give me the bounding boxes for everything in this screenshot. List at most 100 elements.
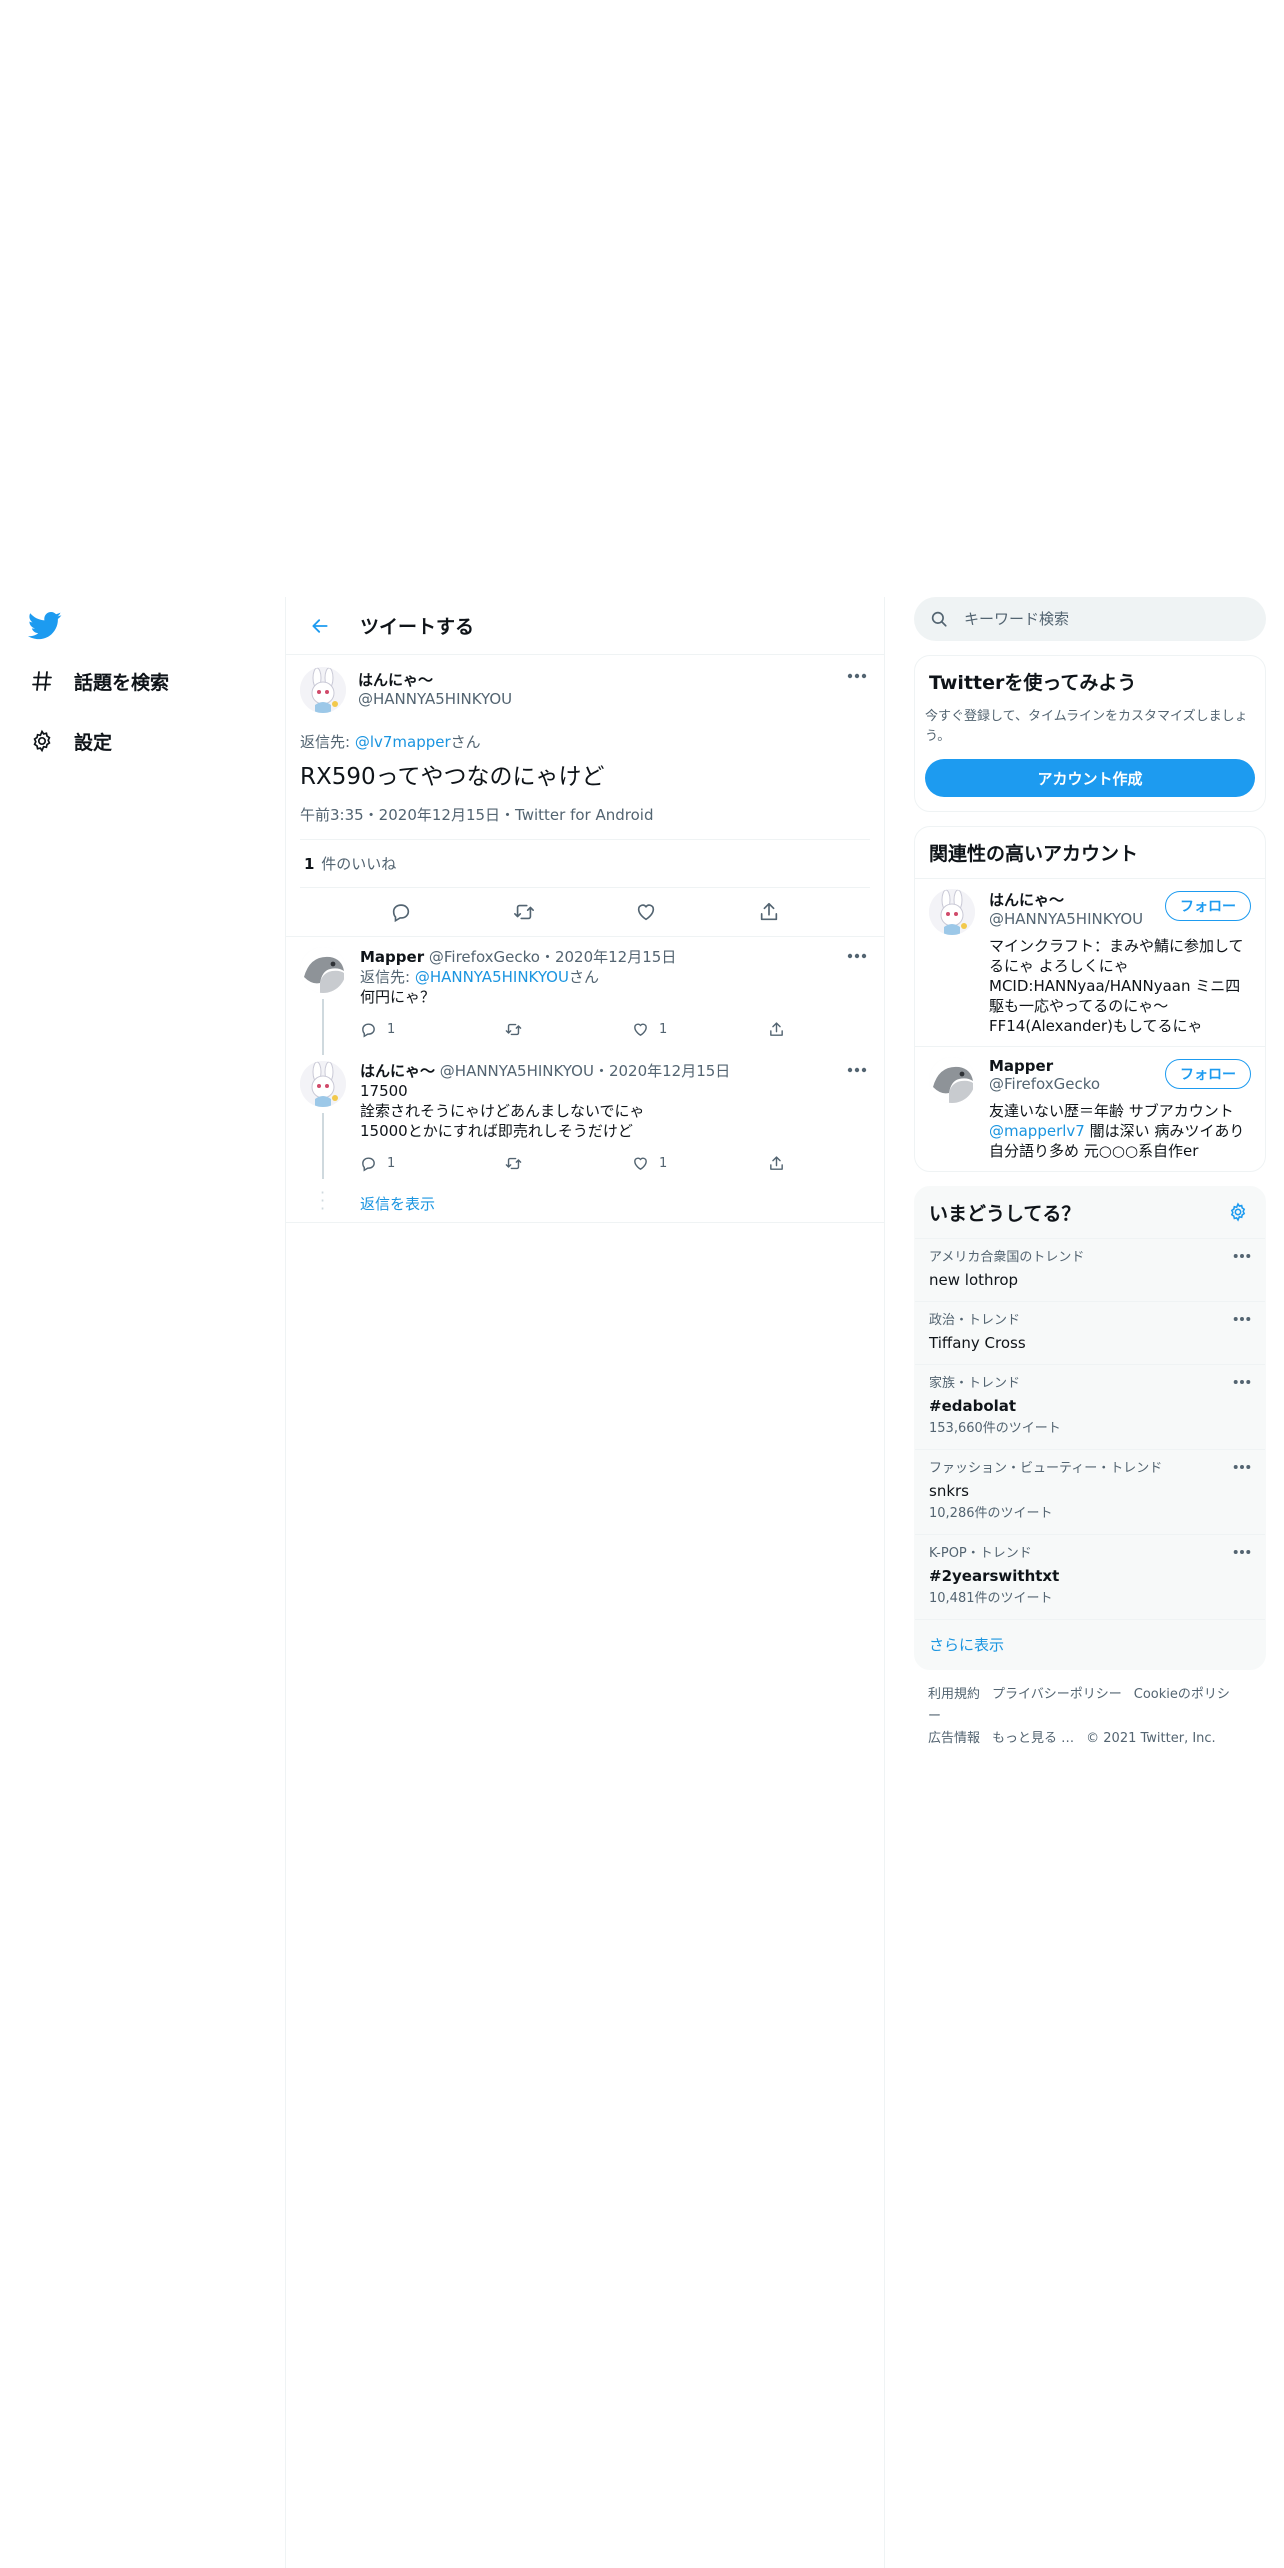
trend-item[interactable]: ファッション・ビューティー・トレンド snkrs 10,286件のツイート (915, 1449, 1265, 1534)
create-account-button[interactable]: アカウント作成 (925, 759, 1255, 797)
like-button[interactable]: 1 (632, 1155, 768, 1172)
avatar[interactable] (929, 889, 975, 935)
trend-name: new lothrop (929, 1271, 1019, 1289)
thread-line (322, 1113, 324, 1179)
likes-label: 件のいいね (321, 855, 397, 873)
show-more-link[interactable]: さらに表示 (915, 1619, 1265, 1669)
nav-item-label: 話題を検索 (74, 671, 170, 694)
account-bio: 友達いない歴＝年齢 サブアカウント @mapperlv7 闇は深い 病みツイあり… (989, 1101, 1255, 1161)
reply-count: 1 (387, 1155, 396, 1171)
bio-line: マインクラフト：まみや鯖に参加してるにゃ よろしくにゃ (989, 937, 1244, 975)
retweet-icon (513, 904, 534, 920)
more-options-button[interactable] (1229, 1310, 1255, 1328)
reply-button[interactable] (383, 894, 419, 930)
more-options-button[interactable] (1229, 1247, 1255, 1265)
account-bio: マインクラフト：まみや鯖に参加してるにゃ よろしくにゃ MCID:HANNyaa… (989, 936, 1255, 1036)
signup-card: Twitterを使ってみよう 今すぐ登録して、タイムラインをカスタマイズしましょ… (914, 655, 1266, 812)
search-input[interactable] (962, 609, 1242, 629)
follow-button[interactable]: フォロー (1165, 891, 1251, 921)
share-button[interactable] (768, 1155, 785, 1172)
show-replies-link[interactable]: 返信を表示 (360, 1193, 435, 1214)
trend-context: 家族・トレンド (929, 1376, 1021, 1391)
more-icon (1233, 1317, 1251, 1321)
footer-link-ads[interactable]: 広告情報 (928, 1731, 980, 1746)
reply-icon (362, 1022, 375, 1037)
reply-button[interactable]: 1 (360, 1021, 504, 1038)
footer-link-terms[interactable]: 利用規約 (928, 1687, 980, 1702)
show-replies-row: · · · 返信を表示 (286, 1185, 884, 1223)
tweet-timestamp[interactable]: 午前3:35・2020年12月15日・Twitter for Android (300, 804, 870, 840)
relevant-accounts-title: 関連性の高いアカウント (929, 843, 1139, 865)
share-button[interactable] (751, 894, 787, 930)
tweet-text-line: 17500 (360, 1082, 408, 1100)
reply-to-line: 返信先: @HANNYA5HINKYOUさん (360, 967, 870, 987)
more-options-button[interactable] (844, 947, 870, 965)
avatar[interactable] (300, 667, 346, 713)
trend-context: K-POP・トレンド (929, 1546, 1032, 1561)
reply-suffix: さん (450, 733, 481, 751)
nav-item-label: 設定 (74, 731, 113, 754)
retweet-button[interactable] (506, 894, 542, 930)
account-item[interactable]: はんにゃ～ @HANNYA5HINKYOU フォロー マインクラフト：まみや鯖に… (915, 878, 1265, 1046)
more-options-button[interactable] (844, 1061, 870, 1079)
trend-item[interactable]: アメリカ合衆国のトレンド new lothrop (915, 1238, 1265, 1301)
more-options-button[interactable] (1229, 1543, 1255, 1561)
avatar[interactable] (300, 947, 346, 993)
avatar[interactable] (300, 1061, 346, 1107)
retweet-button[interactable] (504, 1021, 632, 1038)
share-button[interactable] (768, 1021, 785, 1038)
trend-item[interactable]: K-POP・トレンド #2yearswithtxt 10,481件のツイート (915, 1534, 1265, 1619)
reply-to-link[interactable]: @HANNYA5HINKYOU (415, 968, 569, 986)
bio-line: MCID:HANNyaa/HANNyaan ミニ四駆も一応やってるのにゃ～ (989, 977, 1241, 1015)
footer-link-more[interactable]: もっと見る … (992, 1731, 1074, 1746)
like-count: 1 (659, 1155, 668, 1171)
trend-name: snkrs (929, 1482, 969, 1500)
reply-prefix: 返信先: (300, 733, 355, 751)
reply-tweet[interactable]: はんにゃ～ @HANNYA5HINKYOU・2020年12月15日 17500 … (286, 1051, 884, 1185)
tweet-date[interactable]: ・2020年12月15日 (594, 1062, 730, 1080)
more-icon (847, 673, 867, 679)
like-button[interactable] (628, 894, 664, 930)
trend-item[interactable]: 家族・トレンド #edabolat 153,660件のツイート (915, 1364, 1265, 1449)
reply-to-link[interactable]: @lv7mapper (355, 733, 451, 751)
more-icon (1233, 1550, 1251, 1554)
trend-item[interactable]: 政治・トレンド Tiffany Cross (915, 1301, 1265, 1364)
author-name[interactable]: Mapper (360, 948, 424, 966)
follow-button[interactable]: フォロー (1165, 1059, 1251, 1089)
more-options-button[interactable] (844, 667, 870, 685)
nav-item-settings[interactable]: 設定 (28, 721, 112, 761)
more-options-button[interactable] (1229, 1458, 1255, 1476)
page-header: ツイートする (286, 597, 884, 655)
author-handle[interactable]: @HANNYA5HINKYOU (358, 690, 512, 708)
nav-item-explore[interactable]: 話題を検索 (28, 661, 169, 701)
reply-to-line: 返信先: @lv7mapperさん (300, 731, 870, 752)
author-name[interactable]: はんにゃ～ (358, 669, 512, 690)
reply-icon (362, 1156, 375, 1171)
hashtag-icon (28, 667, 56, 695)
share-icon (770, 1155, 783, 1170)
more-options-button[interactable] (1229, 1373, 1255, 1391)
search-box[interactable] (914, 597, 1266, 641)
copyright: © 2021 Twitter, Inc. (1086, 1731, 1216, 1746)
author-name[interactable]: はんにゃ～ (360, 1062, 435, 1080)
footer-link-privacy[interactable]: プライバシーポリシー (992, 1687, 1122, 1702)
twitter-bird-icon[interactable] (28, 611, 62, 641)
avatar[interactable] (929, 1057, 975, 1103)
reply-button[interactable]: 1 (360, 1155, 504, 1172)
bio-text: 友達いない歴＝年齢 サブアカウント (989, 1102, 1234, 1120)
author-handle[interactable]: @FirefoxGecko (429, 948, 540, 966)
gear-icon (28, 727, 56, 755)
more-icon (1233, 1380, 1251, 1384)
more-icon (1233, 1465, 1251, 1469)
author-handle[interactable]: @HANNYA5HINKYOU (440, 1062, 594, 1080)
bio-mention-link[interactable]: @mapperlv7 (989, 1122, 1085, 1140)
account-item[interactable]: Mapper @FirefoxGecko フォロー 友達いない歴＝年齢 サブアカ… (915, 1046, 1265, 1171)
likes-summary[interactable]: 1 件のいいね (300, 840, 870, 888)
reply-tweet[interactable]: Mapper @FirefoxGecko・2020年12月15日 返信先: @H… (286, 937, 884, 1055)
back-button[interactable] (300, 606, 340, 646)
tweet-date[interactable]: ・2020年12月15日 (540, 948, 676, 966)
like-button[interactable]: 1 (632, 1021, 768, 1038)
signup-title: Twitterを使ってみよう (929, 672, 1137, 694)
trends-settings-button[interactable] (1223, 1197, 1253, 1227)
retweet-button[interactable] (504, 1155, 632, 1172)
